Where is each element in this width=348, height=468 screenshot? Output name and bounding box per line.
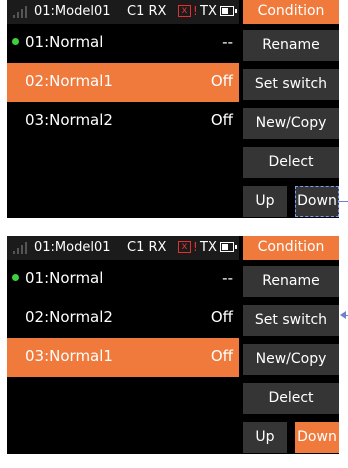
condition-name: 03:Normal2 — [25, 111, 113, 129]
delect-button[interactable]: Delect — [243, 147, 339, 178]
tx-battery-icon — [220, 242, 237, 252]
active-condition-dot-icon — [12, 274, 19, 281]
signal-strength-icon — [13, 242, 31, 254]
page-title: Condition — [243, 236, 339, 260]
condition-row-3[interactable]: 03:Normal1 Off — [7, 338, 239, 377]
condition-name: 03:Normal1 — [25, 347, 113, 365]
condition-switch-value: -- — [222, 269, 233, 287]
new-copy-button[interactable]: New/Copy — [243, 108, 339, 139]
condition-row-1[interactable]: 01:Normal -- — [7, 24, 239, 63]
page-title: Condition — [243, 0, 339, 24]
condition-switch-value: Off — [210, 72, 233, 90]
condition-screen-after: 01:Model01 C1 RX x ! TX Condition 01:Nor… — [7, 236, 339, 454]
condition-row-2[interactable]: 02:Normal1 Off — [7, 63, 239, 102]
condition-name: 02:Normal1 — [25, 72, 113, 90]
up-button[interactable]: Up — [243, 186, 287, 217]
up-button[interactable]: Up — [243, 422, 287, 453]
rename-button[interactable]: Rename — [243, 30, 339, 61]
status-bar: 01:Model01 C1 RX x ! TX — [7, 236, 239, 260]
rename-button[interactable]: Rename — [243, 266, 339, 297]
condition-row-1[interactable]: 01:Normal -- — [7, 260, 239, 299]
model-name: 01:Model01 — [34, 240, 111, 255]
condition-switch-value: -- — [222, 33, 233, 51]
condition-switch-value: Off — [210, 347, 233, 365]
tx-label: TX — [200, 4, 217, 19]
tx-battery-icon — [220, 6, 237, 16]
signal-strength-icon — [13, 6, 31, 18]
condition-name: 02:Normal2 — [25, 308, 113, 326]
delect-button[interactable]: Delect — [243, 383, 339, 414]
new-copy-button[interactable]: New/Copy — [243, 344, 339, 375]
rx-warning-icon: ! — [193, 4, 198, 18]
condition-screen-before: 01:Model01 C1 RX x ! TX Condition 01:Nor… — [7, 0, 339, 218]
tx-label: TX — [200, 240, 217, 255]
rx-label: C1 RX — [127, 4, 167, 19]
active-condition-dot-icon — [12, 38, 19, 45]
rx-warning-icon: ! — [193, 240, 198, 254]
rx-label: C1 RX — [127, 240, 167, 255]
callout-line — [339, 201, 348, 202]
rx-battery-empty-icon: x — [178, 5, 191, 17]
rx-battery-empty-icon: x — [178, 241, 191, 253]
condition-row-3[interactable]: 03:Normal2 Off — [7, 102, 239, 141]
condition-name: 01:Normal — [25, 33, 104, 51]
condition-row-2[interactable]: 02:Normal2 Off — [7, 299, 239, 338]
set-switch-button[interactable]: Set switch — [243, 69, 339, 100]
status-bar: 01:Model01 C1 RX x ! TX — [7, 0, 239, 24]
condition-name: 01:Normal — [25, 269, 104, 287]
set-switch-button[interactable]: Set switch — [243, 305, 339, 336]
down-button[interactable]: Down — [295, 422, 339, 453]
model-name: 01:Model01 — [34, 4, 111, 19]
condition-switch-value: Off — [210, 308, 233, 326]
down-button[interactable]: Down — [295, 186, 339, 217]
condition-switch-value: Off — [210, 111, 233, 129]
